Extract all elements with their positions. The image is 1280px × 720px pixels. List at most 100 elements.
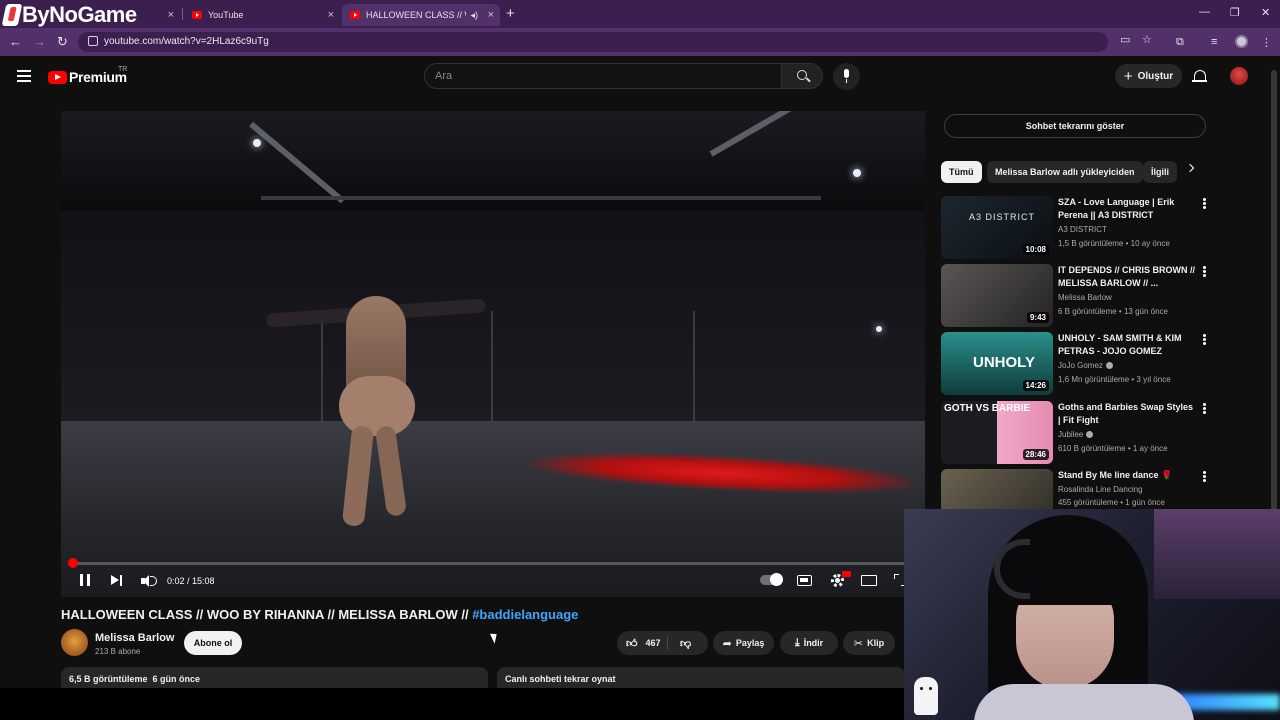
recommendation-channel[interactable]: Melissa Barlow xyxy=(1058,293,1112,302)
tab-label: HALLOWEEN CLASS // WOO xyxy=(366,10,466,20)
chip-all[interactable]: Tümü xyxy=(941,161,982,183)
video-thumbnail[interactable]: UNHOLY 14:26 xyxy=(941,332,1053,395)
webcam-background xyxy=(1154,509,1280,599)
youtube-favicon-icon xyxy=(192,11,202,19)
autoplay-toggle[interactable] xyxy=(760,573,783,586)
download-label: İndir xyxy=(803,638,824,648)
subscribe-button[interactable]: Abone ol xyxy=(184,631,242,655)
recommendation-item[interactable]: UNHOLY 14:26 UNHOLY - SAM SMITH & KIM PE… xyxy=(941,332,1211,396)
reload-icon[interactable]: ↻ xyxy=(57,34,68,50)
voice-search-mic-icon[interactable] xyxy=(833,63,860,90)
account-avatar[interactable] xyxy=(1230,67,1248,85)
tab-label: YouTube xyxy=(208,10,244,20)
youtube-play-icon xyxy=(48,70,67,84)
thumbs-up-icon[interactable]: 👍︎ xyxy=(626,637,638,650)
recommendation-item[interactable]: 9:43 IT DEPENDS // CHRIS BROWN // MELISS… xyxy=(941,264,1211,328)
chip-from-uploader[interactable]: Melissa Barlow adlı yükleyiciden xyxy=(987,161,1143,183)
extensions-icon[interactable]: ⧉ xyxy=(1176,36,1184,49)
new-tab-button[interactable]: + xyxy=(506,5,515,22)
chevron-right-icon[interactable] xyxy=(1185,163,1195,173)
channel-name[interactable]: Melissa Barlow xyxy=(95,632,174,644)
notifications-bell-icon[interactable] xyxy=(1192,70,1207,82)
channel-avatar[interactable] xyxy=(61,629,88,656)
recommendation-title[interactable]: SZA - Love Language | Erik Perena || A3 … xyxy=(1058,196,1196,222)
cast-icon[interactable]: ▭ xyxy=(1120,33,1130,46)
share-arrow-icon: ➦ xyxy=(722,637,732,650)
recommendation-title[interactable]: Stand By Me line dance 🌹 xyxy=(1058,469,1196,482)
description-box[interactable]: 6,5 B görüntüleme 6 gün önce xyxy=(61,667,488,689)
search-input[interactable] xyxy=(435,70,765,82)
tab-youtube[interactable]: YouTube × xyxy=(184,4,340,26)
like-count[interactable]: 467 xyxy=(646,638,661,648)
video-ceiling xyxy=(61,111,925,221)
video-duration: 10:08 xyxy=(1022,244,1049,255)
site-info-icon[interactable] xyxy=(88,36,98,46)
video-thumbnail[interactable]: A3 DISTRICT 10:08 xyxy=(941,196,1053,259)
pause-icon[interactable] xyxy=(80,574,90,586)
restore-icon[interactable]: ❐ xyxy=(1230,6,1240,19)
hashtag-link[interactable]: #baddielanguage xyxy=(472,607,578,622)
recommendation-meta: 455 görüntüleme • 1 gün önce xyxy=(1058,498,1165,507)
browser-profile-avatar[interactable] xyxy=(1235,35,1248,48)
progress-scrubber[interactable] xyxy=(68,558,78,568)
video-thumbnail[interactable]: 9:43 xyxy=(941,264,1053,327)
recommendation-channel[interactable]: JoJo Gomez xyxy=(1058,361,1113,370)
menu-icon[interactable] xyxy=(17,70,31,82)
more-options-icon[interactable] xyxy=(1203,403,1206,406)
search-icon xyxy=(797,70,807,80)
recommendation-meta: 6 B görüntüleme • 13 gün önce xyxy=(1058,307,1168,316)
recommendation-title[interactable]: IT DEPENDS // CHRIS BROWN // MELISSA BAR… xyxy=(1058,264,1196,290)
download-button[interactable]: ⤓ İndir xyxy=(780,631,838,655)
video-thumbnail[interactable]: GOTH VS BARBIE 28:46 xyxy=(941,401,1053,464)
more-options-icon[interactable] xyxy=(1203,334,1206,337)
clip-button[interactable]: ✂ Klip xyxy=(843,631,895,655)
recommendation-channel[interactable]: A3 DISTRICT xyxy=(1058,225,1107,234)
thumbnail-text: UNHOLY xyxy=(973,354,1035,371)
video-duration: 9:43 xyxy=(1026,312,1049,323)
ceiling-lamp xyxy=(853,169,861,177)
close-tab-icon[interactable]: × xyxy=(168,9,174,21)
more-options-icon[interactable] xyxy=(1203,266,1206,269)
create-button[interactable]: + Oluştur xyxy=(1115,64,1182,88)
back-icon[interactable]: ← xyxy=(9,34,22,49)
bookmark-star-icon[interactable]: ☆ xyxy=(1142,33,1152,46)
close-window-icon[interactable]: ✕ xyxy=(1261,6,1270,19)
theater-mode-icon[interactable] xyxy=(861,575,877,586)
next-video-icon[interactable] xyxy=(111,575,123,586)
video-duration: 14:26 xyxy=(1022,380,1049,391)
more-options-icon[interactable] xyxy=(1203,198,1206,201)
recommendation-item[interactable]: GOTH VS BARBIE 28:46 Goths and Barbies S… xyxy=(941,401,1211,465)
close-tab-icon[interactable]: × xyxy=(328,9,334,21)
thumbs-down-icon[interactable]: 👎︎ xyxy=(680,637,691,650)
media-control-icon[interactable]: ≡ xyxy=(1211,36,1217,48)
live-chat-replay-bar[interactable]: Canlı sohbeti tekrar oynat xyxy=(497,667,905,689)
tab-active-video[interactable]: HALLOWEEN CLASS // WOO ◂) × xyxy=(342,4,500,26)
search-button[interactable] xyxy=(781,63,823,89)
tab-blank[interactable]: × xyxy=(150,4,180,26)
channel-name-text: JoJo Gomez xyxy=(1058,361,1103,370)
chip-related[interactable]: İlgili xyxy=(1143,161,1177,183)
youtube-premium-logo[interactable]: Premium xyxy=(48,69,127,85)
subtitles-icon[interactable] xyxy=(797,575,812,586)
share-label: Paylaş xyxy=(735,638,765,648)
thumbnail-text: A3 DISTRICT xyxy=(969,212,1036,222)
more-options-icon[interactable] xyxy=(1203,471,1206,474)
recommendation-title[interactable]: Goths and Barbies Swap Styles | Fit Figh… xyxy=(1058,401,1196,427)
recommendation-title[interactable]: UNHOLY - SAM SMITH & KIM PETRAS - JOJO G… xyxy=(1058,332,1196,358)
share-button[interactable]: ➦ Paylaş xyxy=(713,631,774,655)
show-chat-replay-button[interactable]: Sohbet tekrarını göster xyxy=(944,114,1206,138)
minimize-icon[interactable]: — xyxy=(1199,6,1210,18)
close-tab-icon[interactable]: × xyxy=(488,9,494,21)
progress-bar[interactable] xyxy=(68,558,915,568)
recommendation-item[interactable]: A3 DISTRICT 10:08 SZA - Love Language | … xyxy=(941,196,1211,260)
address-bar[interactable]: youtube.com/watch?v=2HLaz6c9uTg xyxy=(78,32,1108,52)
hd-badge xyxy=(842,571,851,577)
search-field[interactable] xyxy=(424,63,782,89)
browser-menu-icon[interactable]: ⋮ xyxy=(1261,36,1272,49)
recommendation-channel[interactable]: Rosalinda Line Dancing xyxy=(1058,485,1143,494)
url-text[interactable]: youtube.com/watch?v=2HLaz6c9uTg xyxy=(104,36,269,47)
forward-icon[interactable]: → xyxy=(33,34,46,49)
recommendation-channel[interactable]: Jubilee xyxy=(1058,430,1094,439)
speaker-icon[interactable]: ◂) xyxy=(470,10,478,21)
video-player[interactable]: 0:02 / 15:08 xyxy=(61,111,925,597)
